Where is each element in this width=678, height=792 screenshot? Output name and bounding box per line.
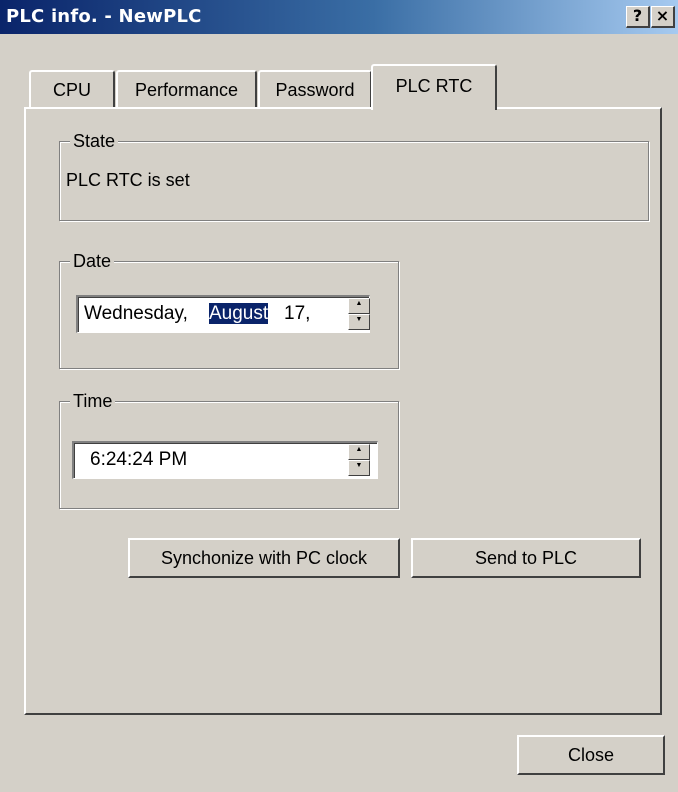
time-spin-up-button[interactable]: ▲ xyxy=(348,444,370,460)
date-weekday[interactable]: Wednesday, xyxy=(84,303,188,324)
state-text: PLC RTC is set xyxy=(66,170,190,190)
tab-plc-rtc-label: PLC RTC xyxy=(395,76,473,96)
state-group-label: State xyxy=(70,130,119,152)
time-spinner[interactable]: ▲ ▼ xyxy=(348,444,370,476)
help-button[interactable]: ? xyxy=(626,6,650,28)
date-group-label: Date xyxy=(70,250,115,272)
tab-panel-plc-rtc: State PLC RTC is set Date Wednesday, Aug… xyxy=(24,107,662,715)
window-close-button[interactable]: × xyxy=(651,6,675,28)
synchronize-button[interactable]: Synchonize with PC clock xyxy=(128,538,400,578)
tab-performance-label: Performance xyxy=(134,80,239,100)
time-group: Time 6:24:24 PM ▲ ▼ xyxy=(59,390,399,509)
close-button[interactable]: Close xyxy=(517,735,665,775)
window-title: PLC info. - NewPLC xyxy=(6,6,202,27)
date-month-selected[interactable]: August xyxy=(209,303,269,324)
date-day[interactable]: 17, xyxy=(284,303,310,324)
time-value[interactable]: 6:24:24 PM xyxy=(90,449,187,470)
tab-cpu-label: CPU xyxy=(52,80,91,100)
date-spinner[interactable]: ▲ ▼ xyxy=(348,298,370,330)
tab-performance[interactable]: Performance xyxy=(116,70,257,108)
time-group-label: Time xyxy=(70,390,116,412)
tab-plc-rtc[interactable]: PLC RTC xyxy=(371,64,497,110)
tab-password-label: Password xyxy=(275,80,355,100)
date-spin-down-button[interactable]: ▼ xyxy=(348,314,370,330)
title-bar[interactable]: PLC info. - NewPLC ? × xyxy=(0,0,678,34)
date-picker-field[interactable]: Wednesday, August 17, xyxy=(76,295,370,333)
tab-cpu[interactable]: CPU xyxy=(29,70,115,108)
plc-info-dialog: PLC info. - NewPLC ? × CPU Performance P… xyxy=(0,0,678,792)
time-spin-down-button[interactable]: ▼ xyxy=(348,460,370,476)
send-to-plc-button[interactable]: Send to PLC xyxy=(411,538,641,578)
tab-password[interactable]: Password xyxy=(258,70,372,108)
date-group: Date Wednesday, August 17, ▲ ▼ xyxy=(59,250,399,369)
state-group: State PLC RTC is set xyxy=(59,130,649,221)
time-picker-field[interactable]: 6:24:24 PM xyxy=(72,441,378,479)
date-spin-up-button[interactable]: ▲ xyxy=(348,298,370,314)
